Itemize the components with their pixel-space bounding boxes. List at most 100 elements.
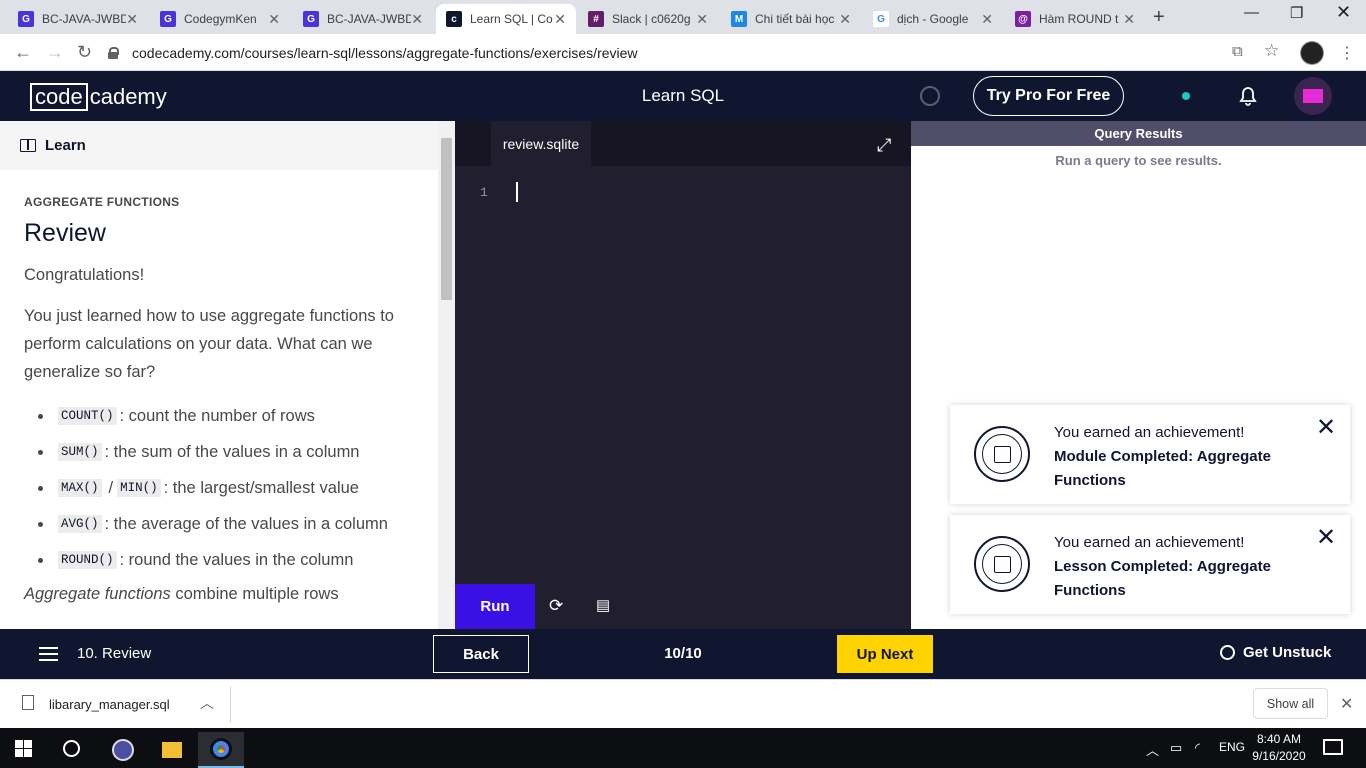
tab-title: Hàm ROUND t [1039,12,1119,26]
tab-favicon-icon: M [731,11,747,27]
achievement-toast: You earned an achievement! Lesson Comple… [950,515,1350,614]
status-dot [1182,92,1190,100]
forward-arrow-icon[interactable]: → [46,42,64,63]
clock[interactable]: 8:40 AM 9/16/2020 [1250,731,1308,765]
new-tab-button[interactable]: + [1153,6,1165,29]
alarm-clock-icon[interactable] [920,86,940,106]
up-next-button[interactable]: Up Next [837,635,933,673]
browser-tab[interactable]: @ Hàm ROUND t ✕ [1005,4,1145,34]
achievement-heading: You earned an achievement! [1054,534,1245,551]
tab-favicon-icon: @ [1015,11,1031,27]
file-tab[interactable]: review.sqlite [491,121,591,166]
try-pro-button[interactable]: Try Pro For Free [973,76,1124,116]
lesson-paragraph: You just learned how to use aggregate fu… [24,307,394,381]
language-indicator[interactable]: ENG [1219,740,1245,754]
run-button[interactable]: Run [455,584,535,629]
tab-favicon-icon: G [160,11,176,27]
current-lesson-name[interactable]: 10. Review [77,645,151,662]
tab-close-icon[interactable]: ✕ [411,11,423,28]
browser-tab[interactable]: G BC-JAVA-JWBD ✕ [8,4,148,34]
clipboard-icon[interactable]: ▤ [596,596,610,614]
list-item: AVG(): the average of the values in a co… [38,506,424,542]
tab-favicon-icon: G [873,11,889,27]
tab-title: Learn SQL | Co [470,12,553,26]
tab-favicon-icon: # [588,11,604,27]
get-unstuck-button[interactable]: Get Unstuck [1220,644,1331,661]
close-downloads-icon[interactable]: ✕ [1340,694,1353,714]
lesson-navigation-bar: 10. Review Back 10/10 Up Next Get Unstuc… [0,629,1366,679]
back-button[interactable]: Back [433,635,529,673]
tab-close-icon[interactable]: ✕ [696,11,708,28]
tab-close-icon[interactable]: ✕ [268,11,280,28]
close-icon[interactable]: ✕ [1316,413,1336,442]
minimize-icon[interactable]: — [1244,4,1259,21]
tab-close-icon[interactable]: ✕ [839,11,851,28]
windows-start-icon[interactable] [15,740,32,757]
code-editor: review.sqlite ⤢ 1 Run ⟳ ▤ [455,121,911,629]
lock-icon [108,46,119,59]
tab-title: dịch - Google [897,12,969,26]
address-bar[interactable]: codecademy.com/courses/learn-sql/lessons… [108,38,1296,67]
tab-title: BC-JAVA-JWBD [327,12,412,26]
browser-tab[interactable]: G BC-JAVA-JWBD ✕ [293,4,433,34]
line-number: 1 [480,185,488,200]
app-icon-launcher[interactable] [100,732,146,768]
tab-close-icon[interactable]: ✕ [981,11,993,28]
browser-tab[interactable]: M Chi tiết bài học ✕ [721,4,861,34]
battery-icon[interactable]: ▭ [1170,740,1182,756]
menu-icon[interactable] [39,647,58,661]
browser-tab[interactable]: G CodegymKen ✕ [150,4,290,34]
user-avatar[interactable] [1294,77,1332,115]
browser-tab[interactable]: c Learn SQL | Co ✕ [436,4,576,34]
editor-action-bar: Run ⟳ ▤ [455,584,911,629]
browser-tab[interactable]: # Slack | c0620g ✕ [578,4,718,34]
notification-center-icon[interactable] [1323,739,1343,755]
notification-bell-icon[interactable] [1237,85,1259,107]
text-cursor[interactable] [516,182,518,202]
achievement-heading: You earned an achievement! [1054,424,1245,441]
chevron-up-icon[interactable]: ︿ [1146,740,1159,759]
codecademy-header: code cademy Learn SQL Try Pro For Free [0,71,1366,121]
chrome-icon[interactable] [198,732,244,768]
list-item: ROUND(): round the values in the column [38,542,424,578]
lesson-continued-text: Aggregate functions combine multiple row… [24,585,339,603]
restore-icon[interactable]: ❐ [1290,4,1303,22]
lesson-scrollbar-thumb[interactable] [441,138,452,300]
expand-icon[interactable]: ⤢ [877,135,891,156]
translate-icon[interactable]: ⧉ [1232,43,1243,60]
browser-toolbar: ← → ↻ codecademy.com/courses/learn-sql/l… [0,34,1366,71]
wifi-icon[interactable]: ◜ [1195,740,1200,756]
achievement-badge-icon [974,426,1030,482]
tab-title: Slack | c0620g [612,12,691,26]
query-results-empty: Run a query to see results. [1055,153,1222,168]
achievement-badge-icon [974,536,1030,592]
reset-icon[interactable]: ⟳ [549,596,563,616]
search-icon[interactable] [63,740,80,757]
tab-favicon-icon: c [446,11,462,27]
tab-close-icon[interactable]: ✕ [554,11,566,28]
learn-tab[interactable]: Learn [0,121,438,170]
lesson-intro: Congratulations! [24,266,145,284]
tab-close-icon[interactable]: ✕ [1123,11,1135,28]
browser-tab-strip: G BC-JAVA-JWBD ✕ G CodegymKen ✕ G BC-JAVA-JWBD ✕… [0,0,1366,34]
url-text: codecademy.com/courses/learn-sql/lessons… [132,44,638,61]
chevron-up-icon[interactable]: ︿ [200,693,214,713]
reload-icon[interactable]: ↻ [77,42,92,63]
tab-close-icon[interactable]: ✕ [126,11,138,28]
lesson-title: Review [24,219,106,247]
profile-avatar[interactable] [1300,41,1324,65]
downloaded-file[interactable]: libarary_manager.sql [49,697,170,712]
close-icon[interactable]: ✕ [1316,523,1336,552]
bookmark-star-icon[interactable]: ☆ [1264,41,1279,61]
chrome-menu-icon[interactable]: ⋮ [1339,43,1355,63]
aggregate-function-list: COUNT(): count the number of rows SUM():… [24,398,424,578]
back-arrow-icon[interactable]: ← [14,42,32,63]
close-window-icon[interactable]: ✕ [1336,2,1351,23]
tab-favicon-icon: G [303,11,319,27]
browser-tab[interactable]: Gdịch - Google ✕ [863,4,1003,34]
achievement-title: Lesson Completed: Aggregate Functions [1054,558,1271,599]
achievement-toast: You earned an achievement! Module Comple… [950,405,1350,504]
show-all-button[interactable]: Show all [1253,688,1328,719]
lesson-content: AGGREGATE FUNCTIONS Review Congratulatio… [24,183,424,608]
file-explorer-icon[interactable] [149,732,195,768]
